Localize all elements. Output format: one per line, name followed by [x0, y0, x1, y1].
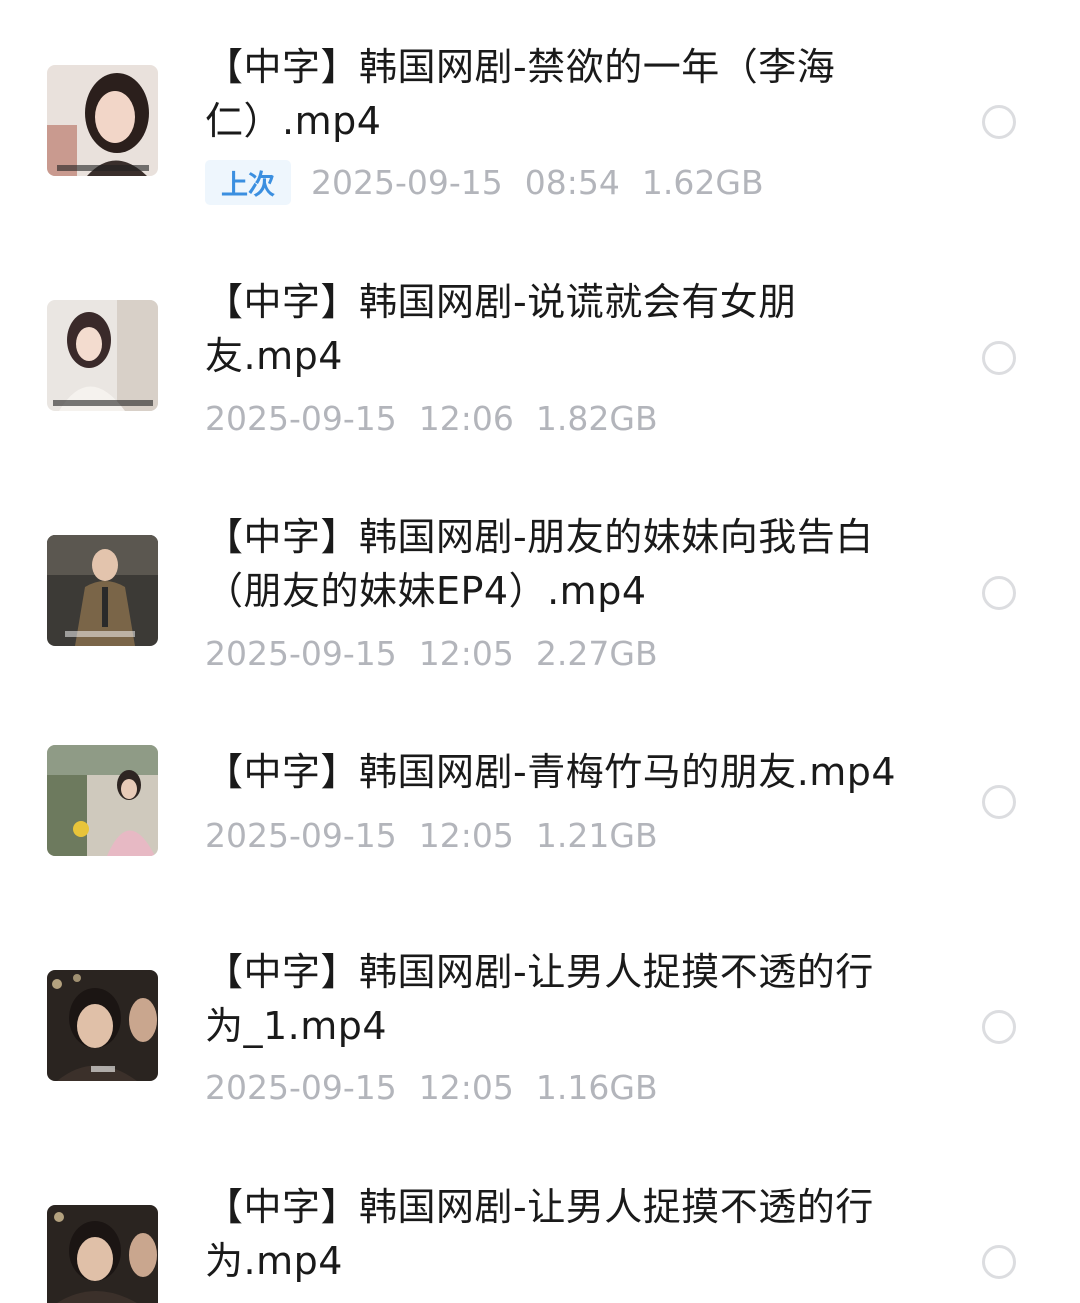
file-title[interactable]: 【中字】韩国网剧-禁欲的一年（李海 仁）.mp4 [205, 40, 925, 148]
file-time: 12:05 [418, 1067, 514, 1107]
file-title[interactable]: 【中字】韩国网剧-朋友的妹妹向我告白 （朋友的妹妹EP4）.mp4 [205, 510, 925, 618]
thumbnail-image [47, 300, 158, 411]
file-time: 12:05 [418, 633, 514, 673]
file-size: 2.27GB [535, 633, 658, 673]
file-title-line: 为.mp4 [205, 1239, 343, 1283]
thumbnail-image [47, 1205, 158, 1303]
thumbnail-image [47, 745, 158, 856]
last-played-badge: 上次 [205, 159, 291, 205]
radio-circle-icon[interactable] [982, 1245, 1016, 1279]
radio-circle-icon[interactable] [982, 105, 1016, 139]
file-title-line: 【中字】韩国网剧-禁欲的一年（李海 [205, 45, 836, 89]
file-title-line: 【中字】韩国网剧-说谎就会有女朋 [205, 280, 797, 324]
file-meta: 2025-09-15 12:06 1.82GB [205, 396, 680, 440]
file-meta: 2025-09-15 12:05 1.16GB [205, 1065, 680, 1109]
file-time: 12:05 [418, 815, 514, 855]
file-title-line: 【中字】韩国网剧-让男人捉摸不透的行 [205, 950, 874, 994]
file-size: 1.82GB [535, 398, 658, 438]
thumbnail-image [47, 970, 158, 1081]
file-time: 12:06 [418, 398, 514, 438]
video-thumbnail[interactable] [47, 1205, 158, 1303]
file-date: 2025-09-15 [311, 162, 503, 202]
radio-circle-icon[interactable] [982, 576, 1016, 610]
file-title[interactable]: 【中字】韩国网剧-青梅竹马的朋友.mp4 [205, 745, 925, 799]
file-time: 08:54 [524, 162, 620, 202]
file-size: 1.16GB [535, 1067, 658, 1107]
file-title[interactable]: 【中字】韩国网剧-说谎就会有女朋 友.mp4 [205, 275, 925, 383]
file-size: 1.21GB [535, 815, 658, 855]
file-date: 2025-09-15 [205, 398, 397, 438]
video-thumbnail[interactable] [47, 970, 158, 1081]
file-meta: 2025-09-15 12:05 2.27GB [205, 631, 680, 675]
file-date: 2025-09-15 [205, 815, 397, 855]
file-meta: 上次 2025-09-15 08:54 1.62GB [205, 159, 786, 205]
radio-circle-icon[interactable] [982, 341, 1016, 375]
thumbnail-image [47, 65, 158, 176]
file-title-line: 为_1.mp4 [205, 1004, 388, 1048]
video-thumbnail[interactable] [47, 535, 158, 646]
file-meta: 2025-09-15 12:05 1.21GB [205, 813, 680, 857]
thumbnail-image [47, 535, 158, 646]
video-thumbnail[interactable] [47, 745, 158, 856]
file-title-line: 仁）.mp4 [205, 99, 382, 143]
file-title-line: 【中字】韩国网剧-朋友的妹妹向我告白 [205, 515, 874, 559]
file-date: 2025-09-15 [205, 1067, 397, 1107]
file-date: 2025-09-15 [205, 633, 397, 673]
file-size: 1.62GB [641, 162, 764, 202]
file-title-line: 【中字】韩国网剧-青梅竹马的朋友.mp4 [205, 750, 897, 794]
file-title[interactable]: 【中字】韩国网剧-让男人捉摸不透的行 为.mp4 [205, 1180, 925, 1288]
radio-circle-icon[interactable] [982, 785, 1016, 819]
file-title-line: （朋友的妹妹EP4）.mp4 [205, 569, 647, 613]
video-thumbnail[interactable] [47, 300, 158, 411]
video-thumbnail[interactable] [47, 65, 158, 176]
file-title-line: 【中字】韩国网剧-让男人捉摸不透的行 [205, 1185, 874, 1229]
radio-circle-icon[interactable] [982, 1010, 1016, 1044]
file-title-line: 友.mp4 [205, 334, 343, 378]
file-title[interactable]: 【中字】韩国网剧-让男人捉摸不透的行 为_1.mp4 [205, 945, 925, 1053]
